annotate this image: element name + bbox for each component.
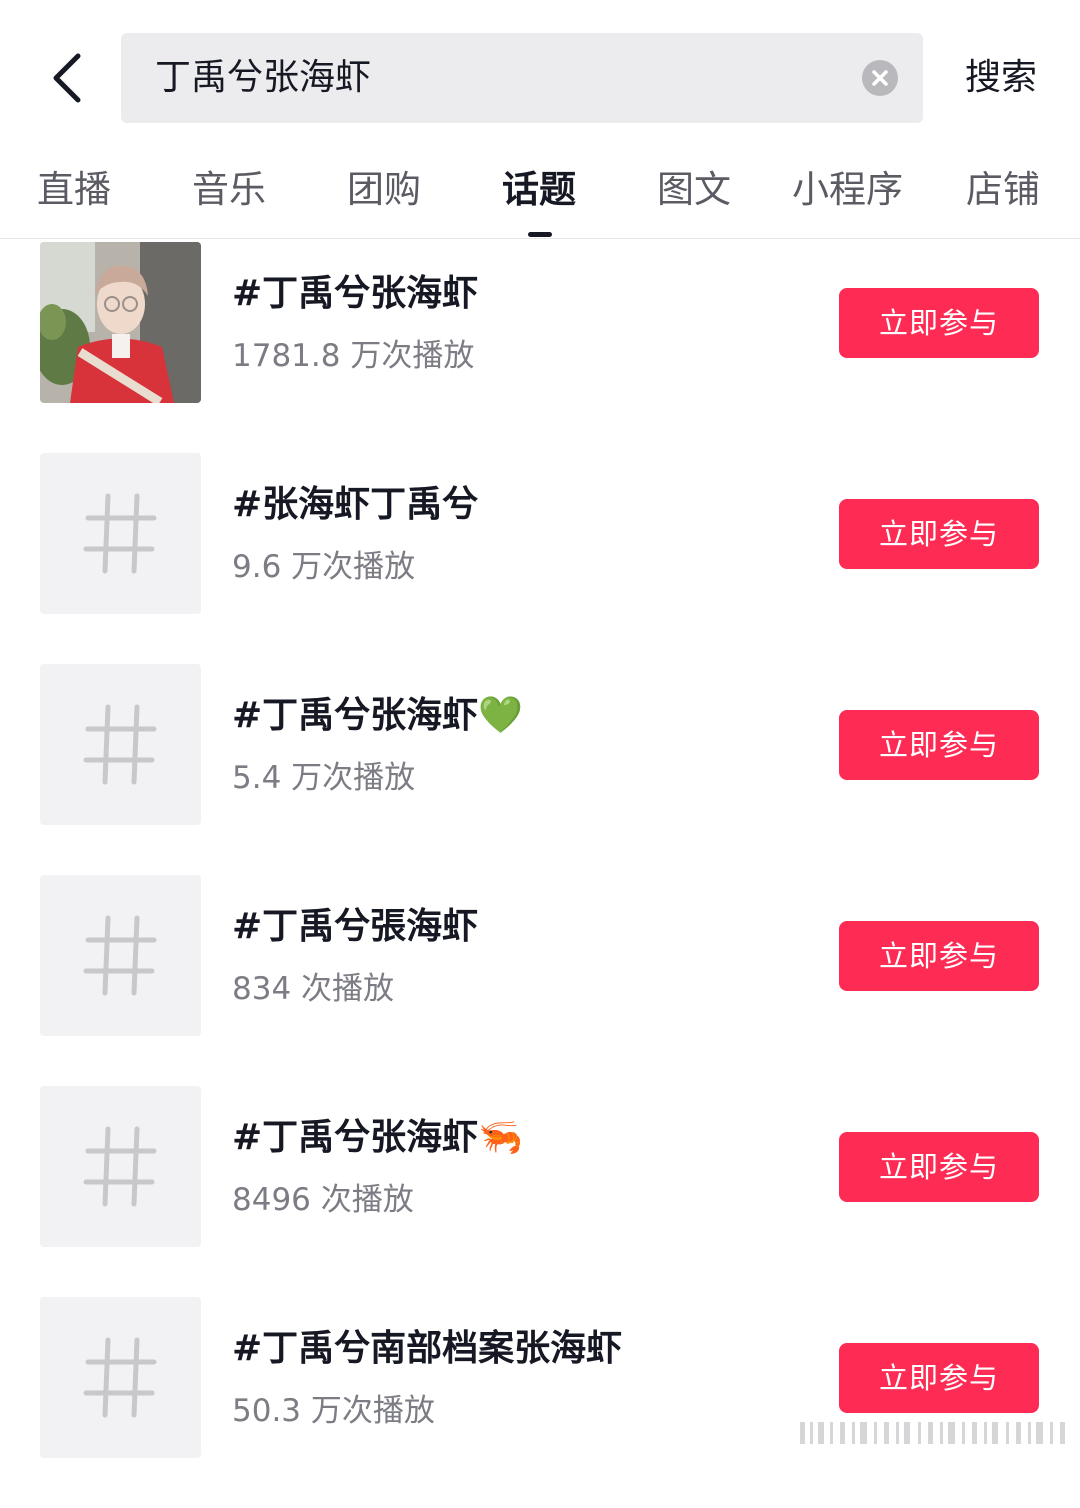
topic-thumbnail xyxy=(40,453,201,614)
topic-thumbnail xyxy=(40,1086,201,1247)
back-button[interactable] xyxy=(40,44,96,112)
list-item[interactable]: #丁禹兮张海虾🦐 8496 次播放 立即参与 xyxy=(0,1086,1080,1297)
topic-thumbnail-photo xyxy=(40,242,201,403)
chevron-left-icon xyxy=(53,53,81,103)
topic-thumbnail xyxy=(40,875,201,1036)
watermark-lines xyxy=(800,1422,1065,1444)
search-header: 丁禹兮张海虾 搜索 xyxy=(0,0,1080,150)
topic-play-count: 9.6 万次播放 xyxy=(232,549,416,585)
list-item[interactable]: #丁禹兮张海虾💚 5.4 万次播放 立即参与 xyxy=(0,664,1080,875)
join-button[interactable]: 立即参与 xyxy=(839,499,1039,569)
tab-live[interactable]: 直播 xyxy=(37,160,111,220)
join-button[interactable]: 立即参与 xyxy=(839,1343,1039,1413)
hashtag-icon xyxy=(83,915,157,996)
list-item[interactable]: #丁禹兮張海虾 834 次播放 立即参与 xyxy=(0,875,1080,1086)
list-item[interactable]: #张海虾丁禹兮 9.6 万次播放 立即参与 xyxy=(0,453,1080,664)
hashtag-icon xyxy=(83,704,157,785)
tab-shop[interactable]: 店铺 xyxy=(966,160,1040,220)
topic-thumbnail xyxy=(40,664,201,825)
topic-play-count: 5.4 万次播放 xyxy=(232,760,416,796)
tab-group-buy[interactable]: 团购 xyxy=(347,160,421,220)
topic-play-count: 1781.8 万次播放 xyxy=(232,338,475,374)
search-query-text: 丁禹兮张海虾 xyxy=(155,57,372,98)
topic-play-count: 834 次播放 xyxy=(232,971,395,1007)
tab-image-text[interactable]: 图文 xyxy=(657,160,731,220)
topic-title: #丁禹兮张海虾🦐 xyxy=(232,1117,523,1158)
active-tab-indicator xyxy=(528,232,552,237)
search-input[interactable]: 丁禹兮张海虾 xyxy=(121,33,923,123)
list-item[interactable]: #丁禹兮南部档案张海虾 50.3 万次播放 立即参与 xyxy=(0,1297,1080,1508)
hashtag-icon xyxy=(83,1337,157,1418)
topic-title: #丁禹兮張海虾 xyxy=(232,906,479,947)
topic-title: #丁禹兮张海虾 xyxy=(232,273,479,314)
topic-title: #丁禹兮张海虾💚 xyxy=(232,695,523,736)
hashtag-icon xyxy=(83,1126,157,1207)
search-button[interactable]: 搜索 xyxy=(965,48,1037,108)
topic-thumbnail xyxy=(40,1297,201,1458)
join-button[interactable]: 立即参与 xyxy=(839,921,1039,991)
clear-icon[interactable] xyxy=(862,60,898,96)
category-tabs: 直播 音乐 团购 话题 图文 小程序 店铺 xyxy=(0,150,1080,239)
topic-title: #丁禹兮南部档案张海虾 xyxy=(232,1328,623,1369)
tab-mini-program[interactable]: 小程序 xyxy=(792,160,903,220)
topic-play-count: 8496 次播放 xyxy=(232,1182,414,1218)
topic-title: #张海虾丁禹兮 xyxy=(232,484,479,525)
list-item[interactable]: #丁禹兮张海虾 1781.8 万次播放 立即参与 xyxy=(0,242,1080,453)
join-button[interactable]: 立即参与 xyxy=(839,1132,1039,1202)
tab-topics[interactable]: 话题 xyxy=(502,160,576,220)
hashtag-icon xyxy=(83,493,157,574)
join-button[interactable]: 立即参与 xyxy=(839,710,1039,780)
join-button[interactable]: 立即参与 xyxy=(839,288,1039,358)
tab-music[interactable]: 音乐 xyxy=(192,160,266,220)
topic-play-count: 50.3 万次播放 xyxy=(232,1393,435,1429)
